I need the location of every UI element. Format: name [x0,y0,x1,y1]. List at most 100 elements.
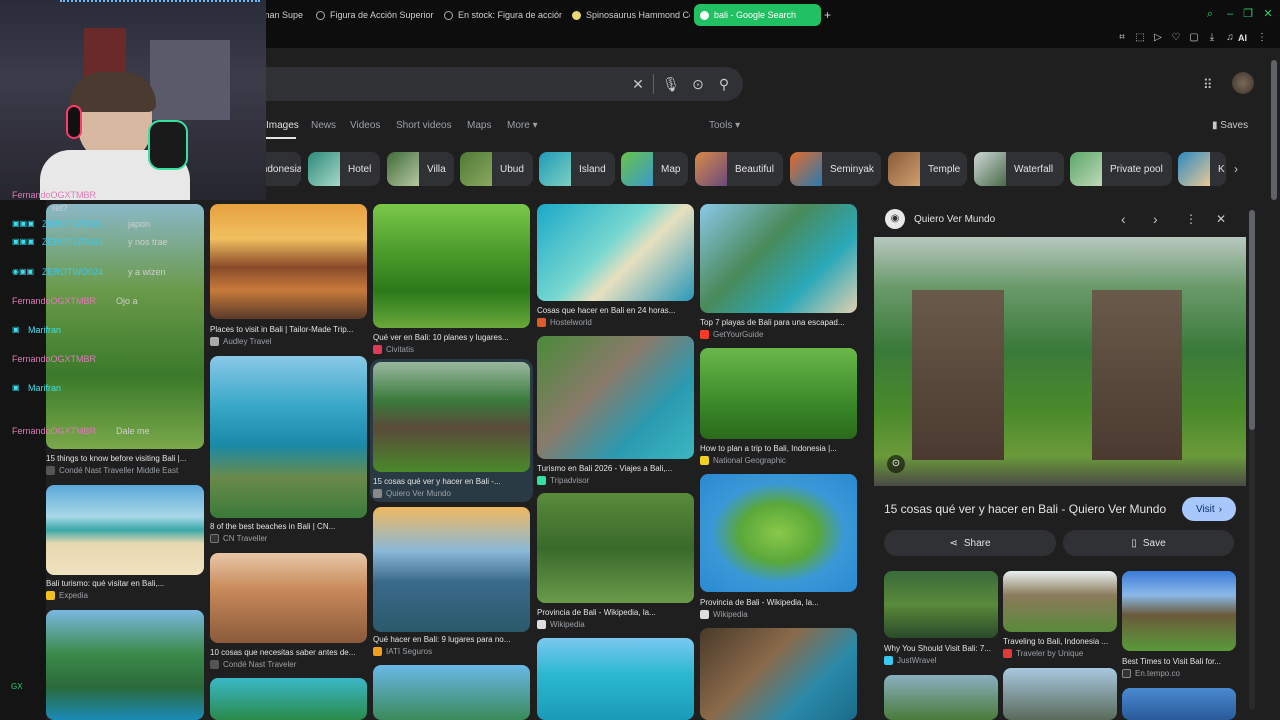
maximize-icon[interactable]: ❐ [1242,8,1254,20]
result-caption[interactable]: Qué ver en Bali: 10 planes y lugares... [373,333,530,342]
result-caption[interactable]: Qué hacer en Bali: 9 lugares para no... [373,635,530,644]
apps-grid-icon[interactable]: ⠿ [1203,77,1213,93]
result-image[interactable] [537,336,694,459]
close-icon[interactable]: ✕ [1262,8,1274,20]
saves-button[interactable]: ▮ Saves [1212,120,1248,131]
share-button[interactable]: ⋖ Share [884,530,1056,556]
avatar[interactable] [1232,72,1254,94]
result-image[interactable] [700,628,857,720]
search-icon[interactable]: ⚲ [715,75,733,93]
divider [653,74,654,94]
chip-map[interactable]: Map [621,152,688,186]
tab-more[interactable]: More ▾ [507,120,538,131]
preview-title[interactable]: 15 cosas qué ver y hacer en Bali - Quier… [884,502,1174,516]
result-image[interactable] [537,638,694,720]
browser-tab[interactable]: Spinosaurus Hammond Co [566,4,690,26]
new-tab-button[interactable]: + [824,8,831,22]
microphone-icon[interactable]: 🎙 [662,75,680,93]
search-icon[interactable]: ⌕ [1204,8,1216,20]
browser-tab[interactable]: En stock: Figura de acción [438,4,562,26]
result-caption[interactable]: 8 of the best beaches in Bali | CN... [210,522,367,531]
related-image[interactable] [884,675,998,720]
result-source: IATI Seguros [373,647,530,656]
tools-button[interactable]: Tools ▾ [709,120,740,131]
lens-icon[interactable]: ⊙ [689,75,707,93]
result-caption[interactable]: Provincia de Bali - Wikipedia, la... [537,608,694,617]
chevron-right-icon[interactable]: › [1234,162,1238,176]
result-image[interactable] [46,485,204,575]
result-image-selected[interactable] [373,362,530,472]
chip-more[interactable]: K [1178,152,1226,186]
browser-tab[interactable]: Figura de Acción Superior [310,4,434,26]
visit-button[interactable]: Visit › [1182,497,1236,521]
tab-short-videos[interactable]: Short videos [396,120,452,131]
related-image[interactable] [1122,571,1236,651]
save-button[interactable]: ▯ Save [1063,530,1234,556]
heart-icon[interactable]: ♡ [1170,32,1182,44]
more-options-icon[interactable]: ⋮ [1185,212,1197,226]
tab-news[interactable]: News [311,120,336,131]
tab-maps[interactable]: Maps [467,120,491,131]
result-image[interactable] [373,507,530,632]
result-image[interactable] [700,204,857,313]
chip-villa[interactable]: Villa [387,152,454,186]
related-image[interactable] [1003,571,1117,632]
result-image[interactable] [210,553,367,643]
result-caption[interactable]: Cosas que hacer en Bali en 24 horas... [537,306,694,315]
result-caption[interactable]: 15 things to know before visiting Bali |… [46,454,204,463]
result-image[interactable] [700,474,857,592]
tab-videos[interactable]: Videos [350,120,380,131]
chip-beautiful[interactable]: Beautiful [695,152,783,186]
related-image[interactable] [884,571,998,638]
play-icon[interactable]: ▷ [1152,32,1164,44]
result-caption[interactable]: Bali turismo: qué visitar en Bali,... [46,579,204,588]
result-image[interactable] [700,348,857,439]
chip-private-pool[interactable]: Private pool [1070,152,1172,186]
related-image[interactable] [1122,688,1236,720]
result-image[interactable] [46,610,204,720]
result-image[interactable] [373,665,530,720]
chip-seminyak[interactable]: Seminyak [790,152,881,186]
box-icon[interactable]: ▢ [1188,32,1200,44]
tab-label: bali - Google Search [714,10,797,20]
result-image[interactable] [537,493,694,603]
chip-ubud[interactable]: Ubud [460,152,533,186]
result-caption[interactable]: 10 cosas que necesitas saber antes de... [210,648,367,657]
related-caption[interactable]: Best Times to Visit Bali for... [1122,657,1236,666]
ai-button[interactable]: AI [1238,33,1247,43]
site-favicon [537,476,546,485]
result-source: Wikipedia [537,620,694,629]
bell-icon[interactable]: ♫ [1224,32,1236,44]
result-caption[interactable]: Provincia de Bali - Wikipedia, la... [700,598,857,607]
chip-hotel[interactable]: Hotel [308,152,380,186]
panel-scrollbar-thumb[interactable] [1249,210,1255,430]
browser-tab-active[interactable]: bali - Google Search [694,4,821,26]
result-image[interactable] [210,678,367,720]
related-caption[interactable]: Traveling to Bali, Indonesia ... [1003,637,1117,646]
chip-temple[interactable]: Temple [888,152,967,186]
chevron-left-icon[interactable]: ‹ [1121,211,1126,227]
minimize-icon[interactable]: – [1224,8,1236,20]
menu-icon[interactable]: ⋮ [1256,32,1268,44]
related-caption[interactable]: Why You Should Visit Bali: 7... [884,644,998,653]
screenshot-icon[interactable]: ⌗ [1116,32,1128,44]
page-scrollbar-thumb[interactable] [1271,60,1277,200]
result-caption[interactable]: How to plan a trip to Bali, Indonesia |.… [700,444,857,453]
chip-waterfall[interactable]: Waterfall [974,152,1064,186]
download-icon[interactable]: ⤓ [1206,32,1218,44]
related-image[interactable] [1003,668,1117,720]
result-caption[interactable]: Top 7 playas de Bali para una escapad... [700,318,857,327]
panel-site-name[interactable]: Quiero Ver Mundo [914,214,995,225]
chip-island[interactable]: Island [539,152,615,186]
chevron-right-icon[interactable]: › [1153,211,1158,227]
result-image[interactable] [373,204,530,328]
lens-search-icon[interactable]: ⊙ [887,455,905,473]
result-image[interactable] [537,204,694,301]
tab-images[interactable]: Images [266,120,299,131]
crop-icon[interactable]: ⬚ [1134,32,1146,44]
result-caption[interactable]: Turismo en Bali 2026 - Viajes a Bali,... [537,464,694,473]
close-icon[interactable]: ✕ [1216,212,1226,226]
source-label: Condé Nast Traveler [223,660,297,669]
result-caption[interactable]: 15 cosas qué ver y hacer en Bali -... [373,477,530,486]
clear-icon[interactable]: ✕ [629,75,647,93]
